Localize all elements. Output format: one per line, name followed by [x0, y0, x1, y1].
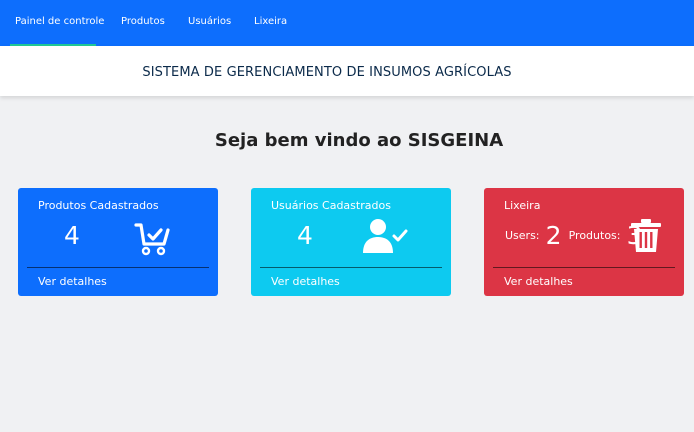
nav-produtos[interactable]: Produtos: [121, 16, 165, 27]
card-divider: [27, 267, 209, 268]
products-details-link[interactable]: Ver detalhes: [38, 275, 107, 288]
trash-details-link[interactable]: Ver detalhes: [504, 275, 573, 288]
card-divider: [493, 267, 675, 268]
users-card-title: Usuários Cadastrados: [271, 199, 391, 212]
users-count: 4: [297, 221, 313, 250]
trash-stats: Users: 2 Produtos: 3: [505, 221, 645, 250]
card-divider: [260, 267, 442, 268]
trash-card: Lixeira Users: 2 Produtos: 3 Ver detalhe…: [484, 188, 684, 296]
nav-painel-de-controle[interactable]: Painel de controle: [15, 16, 104, 27]
trash-card-title: Lixeira: [504, 199, 541, 212]
trash-icon: [631, 219, 661, 252]
welcome-heading: Seja bem vindo ao SISGEINA: [214, 130, 504, 151]
trash-users-count: 2: [545, 221, 562, 250]
products-card-title: Produtos Cadastrados: [38, 199, 159, 212]
trash-products-label: Produtos:: [568, 229, 621, 242]
nav-usuarios[interactable]: Usuários: [188, 16, 231, 27]
system-title: SISTEMA DE GERENCIAMENTO DE INSUMOS AGRÍ…: [142, 65, 512, 80]
users-details-link[interactable]: Ver detalhes: [271, 275, 340, 288]
nav-lixeira[interactable]: Lixeira: [254, 16, 287, 27]
shopping-cart-check-icon: [134, 223, 170, 256]
products-count: 4: [64, 221, 80, 250]
trash-users-label: Users:: [505, 229, 540, 242]
users-card: Usuários Cadastrados 4 Ver detalhes: [251, 188, 451, 296]
top-navbar: Painel de controle Produtos Usuários Lix…: [0, 0, 694, 46]
system-title-bar: SISTEMA DE GERENCIAMENTO DE INSUMOS AGRÍ…: [0, 46, 694, 96]
products-card: Produtos Cadastrados 4 Ver detalhes: [18, 188, 218, 296]
user-check-icon: [363, 219, 408, 253]
